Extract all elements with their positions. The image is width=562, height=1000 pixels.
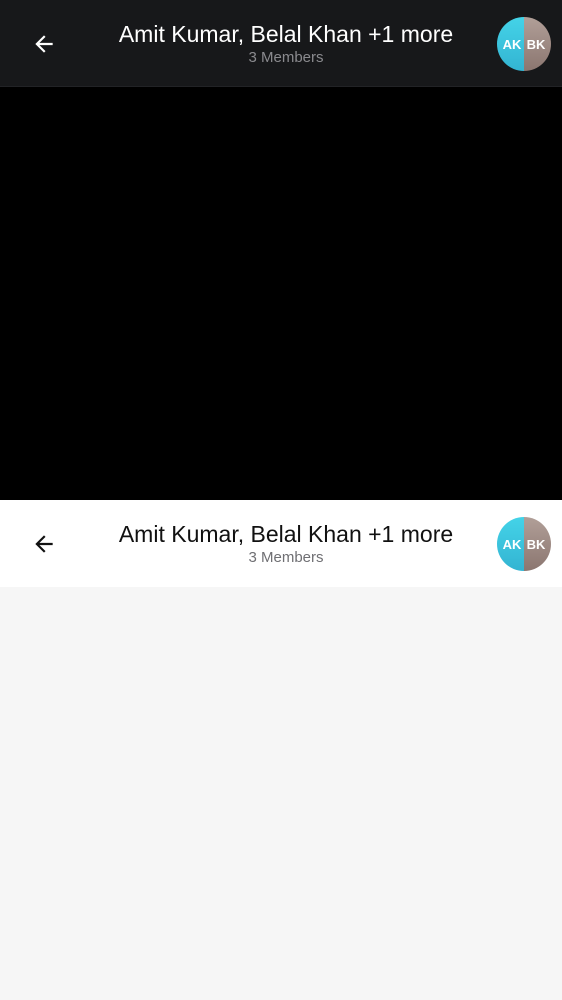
- screen: Amit Kumar, Belal Khan +1 more 3 Members…: [0, 0, 562, 1000]
- dark-chat-header: Amit Kumar, Belal Khan +1 more 3 Members…: [0, 0, 562, 87]
- avatar-right-half: BK: [524, 517, 551, 571]
- member-count: 3 Members: [248, 49, 324, 66]
- chat-title: Amit Kumar, Belal Khan +1 more: [118, 521, 454, 547]
- avatar-right-half: BK: [524, 17, 551, 71]
- back-button[interactable]: [22, 24, 66, 64]
- light-chat-header: Amit Kumar, Belal Khan +1 more 3 Members…: [0, 500, 562, 587]
- header-title-block: Amit Kumar, Belal Khan +1 more 3 Members: [86, 519, 486, 567]
- chat-content-area: [0, 587, 562, 1000]
- arrow-left-icon: [35, 35, 53, 53]
- avatar-initials-bk: BK: [526, 36, 546, 52]
- arrow-left-icon: [35, 535, 53, 553]
- header-title-block: Amit Kumar, Belal Khan +1 more 3 Members: [86, 19, 486, 67]
- group-avatar[interactable]: AK BK: [497, 17, 551, 71]
- avatar-left-half: AK: [497, 17, 524, 71]
- chat-title: Amit Kumar, Belal Khan +1 more: [118, 21, 454, 47]
- avatar-initials-ak: AK: [502, 36, 522, 52]
- back-button[interactable]: [22, 524, 66, 564]
- group-avatar[interactable]: AK BK: [497, 517, 551, 571]
- avatar-initials-ak: AK: [502, 536, 522, 552]
- member-count: 3 Members: [248, 549, 324, 566]
- avatar-left-half: AK: [497, 517, 524, 571]
- avatar-initials-bk: BK: [526, 536, 546, 552]
